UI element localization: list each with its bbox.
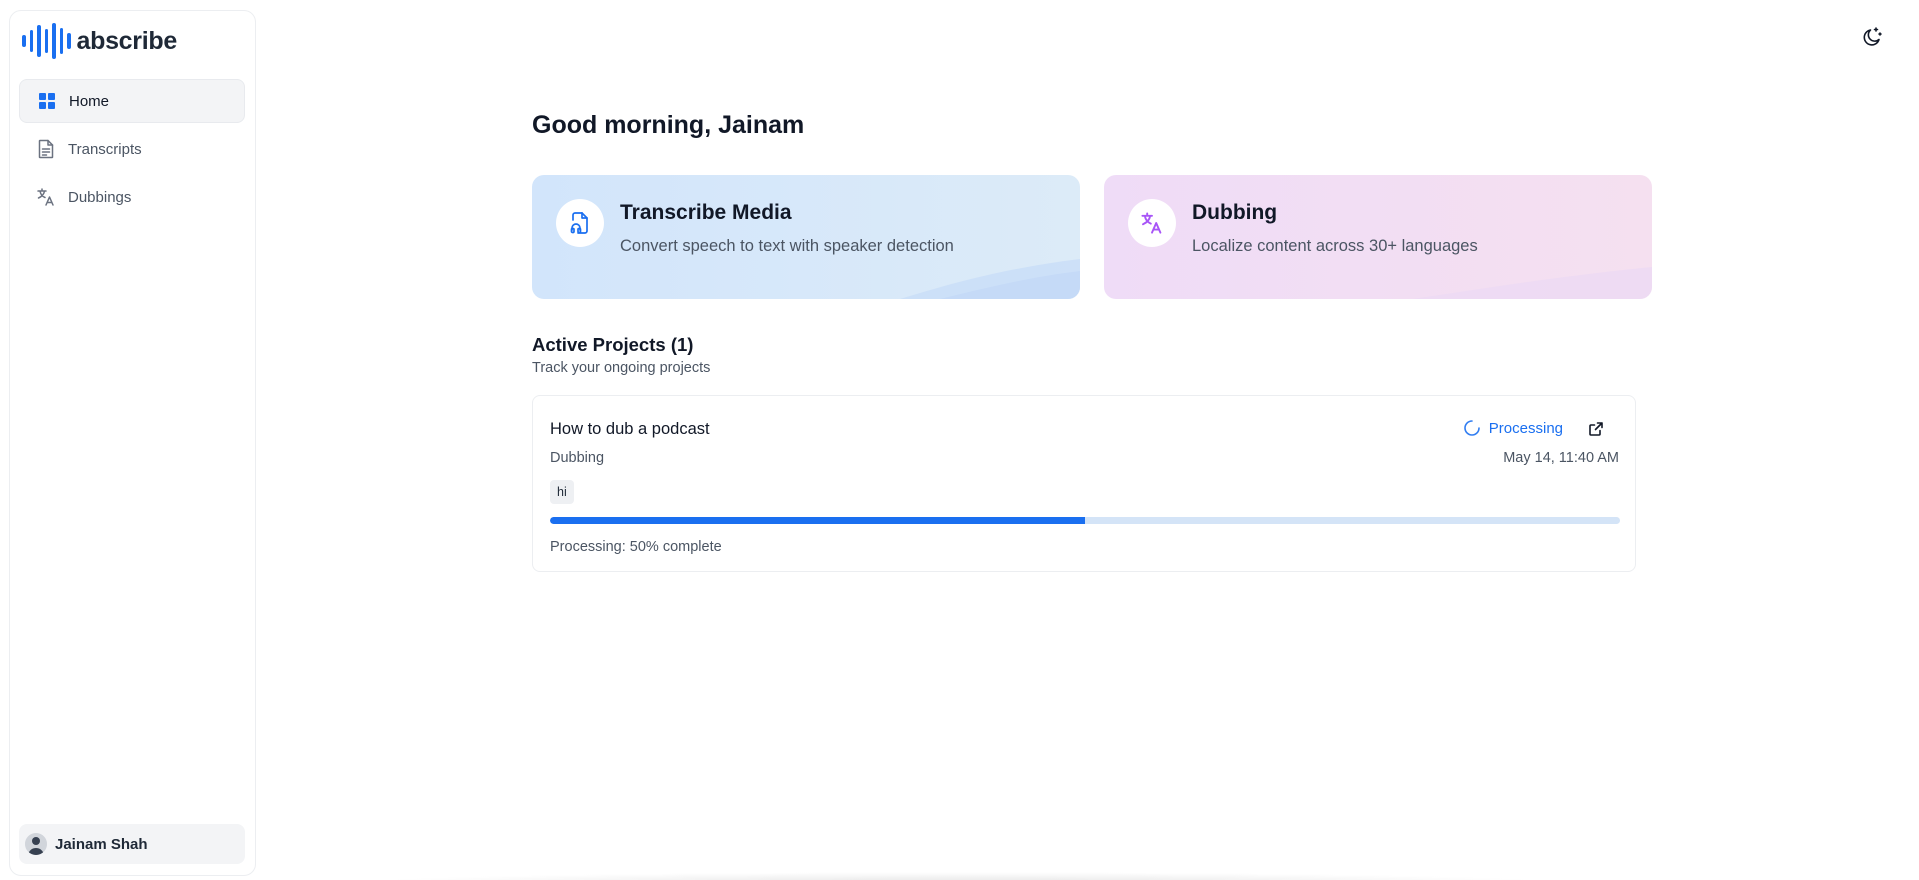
- translate-icon: [1128, 199, 1176, 247]
- external-link-icon: [1589, 422, 1603, 436]
- active-projects-subtitle: Track your ongoing projects: [532, 360, 711, 376]
- dubbing-card[interactable]: Dubbing Localize content across 30+ lang…: [1104, 175, 1652, 299]
- sidebar-item-dubbings[interactable]: Dubbings: [19, 175, 245, 219]
- card-description: Localize content across 30+ languages: [1192, 237, 1478, 255]
- project-card[interactable]: How to dub a podcast Dubbing Processing …: [532, 395, 1636, 572]
- active-projects-title: Active Projects (1): [532, 334, 694, 355]
- card-decoration: [1412, 267, 1652, 299]
- card-title: Dubbing: [1192, 201, 1278, 224]
- status-label: Processing: [1488, 419, 1563, 437]
- status-badge: Processing: [1463, 419, 1563, 437]
- waveform-logo-icon: [22, 23, 71, 59]
- card-title: Transcribe Media: [620, 201, 792, 224]
- page-title: Good morning, Jainam: [532, 111, 805, 139]
- theme-toggle-button[interactable]: [1861, 26, 1883, 48]
- project-title: How to dub a podcast: [550, 420, 710, 438]
- file-audio-icon: [556, 199, 604, 247]
- card-decoration: [900, 259, 1080, 299]
- spinner-icon: [1464, 420, 1480, 436]
- user-profile-button[interactable]: Jainam Shah: [19, 824, 245, 864]
- grid-icon: [37, 91, 57, 111]
- sidebar-item-label: Dubbings: [68, 188, 132, 206]
- app-name: abscribe: [76, 26, 178, 55]
- document-icon: [36, 139, 56, 159]
- bottom-edge-shadow: [350, 872, 1570, 880]
- transcribe-media-card[interactable]: Transcribe Media Convert speech to text …: [532, 175, 1080, 299]
- sidebar-item-home[interactable]: Home: [19, 79, 245, 123]
- card-description: Convert speech to text with speaker dete…: [620, 237, 954, 255]
- progress-fill: [550, 517, 1085, 524]
- project-date: May 14, 11:40 AM: [1503, 450, 1619, 466]
- avatar: [25, 833, 47, 855]
- open-external-button[interactable]: [1585, 418, 1607, 440]
- sidebar-item-label: Transcripts: [68, 140, 142, 158]
- sidebar-nav: Home Transcripts Dubbings: [19, 79, 245, 223]
- moon-icon: [1863, 27, 1882, 46]
- sidebar: abscribe Home Transcripts Dubbings Jaina…: [9, 10, 256, 876]
- progress-text: Processing: 50% complete: [550, 539, 722, 555]
- language-badge: hi: [550, 480, 574, 504]
- sidebar-item-transcripts[interactable]: Transcripts: [19, 127, 245, 171]
- progress-bar: [550, 517, 1620, 524]
- user-name: Jainam Shah: [55, 835, 148, 853]
- project-type: Dubbing: [550, 450, 605, 466]
- app-logo[interactable]: abscribe: [22, 21, 177, 61]
- sidebar-item-label: Home: [69, 92, 110, 110]
- translate-icon: [36, 187, 56, 207]
